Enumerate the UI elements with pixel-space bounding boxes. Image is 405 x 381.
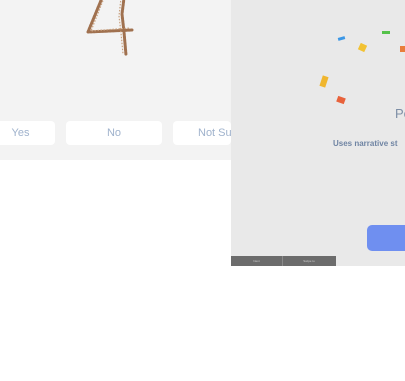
bottom-tab-bar: Next Swipe to [231,256,336,266]
answer-no-label: No [106,127,122,139]
confetti-piece [357,42,368,53]
answer-not-sure-label: Not Su [198,127,231,139]
bottom-tab-swipe[interactable]: Swipe to [283,256,335,266]
answer-no-button[interactable]: No [66,121,162,145]
answer-yes-label: Yes [11,127,30,139]
confetti-piece [319,75,329,88]
completion-title: Pe [395,106,405,121]
confetti-piece [337,36,346,41]
continue-button[interactable] [367,225,405,251]
confetti-piece [382,31,390,34]
digit-four-figure [86,0,134,57]
confetti-piece [400,46,405,52]
quiz-panel: Yes No Not Su [0,0,231,160]
screen: Yes No Not Su Pe Uses narrative st Next … [0,0,405,381]
completion-panel: Pe Uses narrative st Next Swipe to [231,0,405,266]
bottom-tab-next[interactable]: Next [231,256,283,266]
answer-yes-button[interactable]: Yes [0,121,55,145]
answer-not-sure-button[interactable]: Not Su [173,121,231,145]
completion-description: Uses narrative st [333,139,398,148]
confetti-piece [336,95,346,105]
